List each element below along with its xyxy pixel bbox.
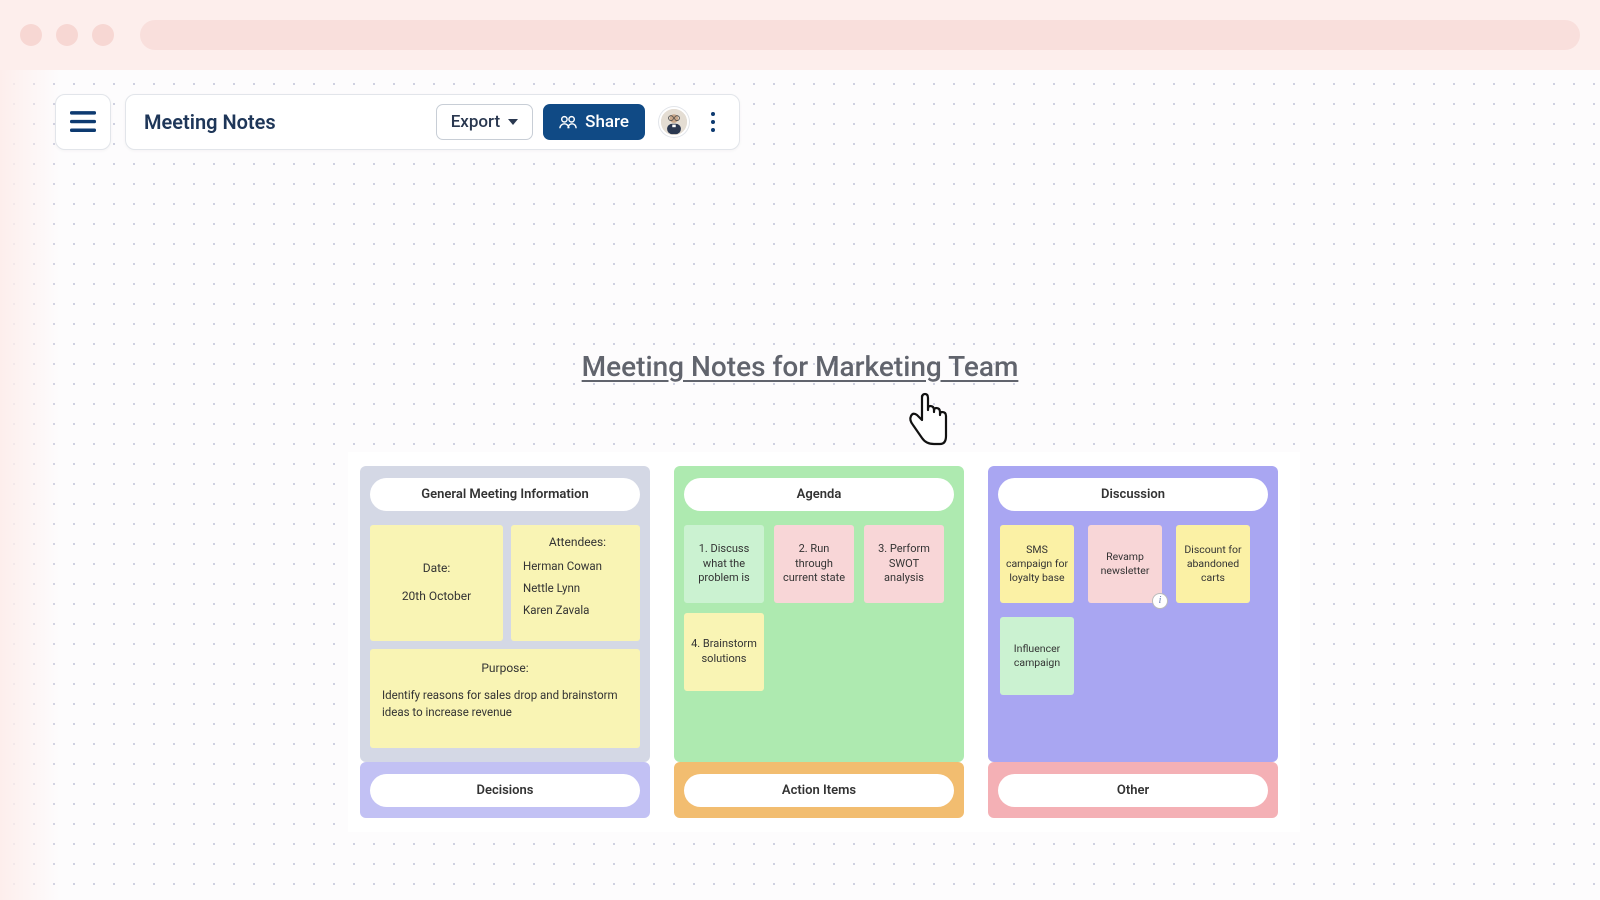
- board-row-2: Decisions Action Items Other: [348, 762, 1300, 832]
- share-button[interactable]: Share: [543, 104, 645, 140]
- other-column[interactable]: Other: [988, 762, 1278, 818]
- info-icon[interactable]: i: [1152, 593, 1168, 609]
- agenda-item[interactable]: 1. Discuss what the problem is: [684, 525, 764, 603]
- canvas-title[interactable]: Meeting Notes for Marketing Team: [0, 350, 1600, 383]
- agenda-item[interactable]: 3. Perform SWOT analysis: [864, 525, 944, 603]
- window-dot: [92, 24, 114, 46]
- attendee: Karen Zavala: [521, 603, 634, 617]
- attendees-label: Attendees:: [521, 535, 634, 549]
- kebab-dot: [711, 120, 715, 124]
- attendee: Herman Cowan: [521, 559, 634, 573]
- attendee: Nettle Lynn: [521, 581, 634, 595]
- document-title[interactable]: Meeting Notes: [144, 110, 276, 134]
- agenda-item[interactable]: 2. Run through current state: [774, 525, 854, 603]
- discussion-item[interactable]: Revamp newsletter i: [1088, 525, 1162, 603]
- avatar-icon: [661, 107, 687, 137]
- decisions-column[interactable]: Decisions: [360, 762, 650, 818]
- window-dot: [20, 24, 42, 46]
- purpose-label: Purpose:: [382, 661, 628, 675]
- date-note[interactable]: Date: 20th October: [370, 525, 503, 641]
- agenda-column[interactable]: Agenda 1. Discuss what the problem is 2.…: [674, 466, 964, 762]
- title-bar: Meeting Notes Export Share: [125, 94, 740, 150]
- chevron-down-icon: [508, 119, 518, 125]
- window-dot: [56, 24, 78, 46]
- share-label: Share: [585, 112, 629, 132]
- other-header: Other: [998, 774, 1268, 807]
- decisions-header: Decisions: [370, 774, 640, 807]
- date-label: Date:: [423, 561, 451, 575]
- board-row-1: General Meeting Information Date: 20th O…: [348, 452, 1300, 762]
- url-bar[interactable]: [140, 20, 1580, 50]
- people-icon: [559, 114, 577, 130]
- general-header: General Meeting Information: [370, 478, 640, 511]
- kebab-dot: [711, 112, 715, 116]
- pointer-cursor-icon: [902, 390, 952, 450]
- action-items-column[interactable]: Action Items: [674, 762, 964, 818]
- action-items-header: Action Items: [684, 774, 954, 807]
- discussion-column[interactable]: Discussion SMS campaign for loyalty base…: [988, 466, 1278, 762]
- kebab-dot: [711, 128, 715, 132]
- date-value: 20th October: [402, 589, 471, 603]
- discussion-item[interactable]: Influencer campaign: [1000, 617, 1074, 695]
- attendees-note[interactable]: Attendees: Herman Cowan Nettle Lynn Kare…: [511, 525, 640, 641]
- hamburger-icon: [70, 111, 96, 133]
- export-button[interactable]: Export: [436, 104, 533, 140]
- discussion-item[interactable]: Discount for abandoned carts: [1176, 525, 1250, 603]
- purpose-note[interactable]: Purpose: Identify reasons for sales drop…: [370, 649, 640, 748]
- general-column[interactable]: General Meeting Information Date: 20th O…: [360, 466, 650, 762]
- purpose-text: Identify reasons for sales drop and brai…: [382, 687, 628, 720]
- agenda-item[interactable]: 4. Brainstorm solutions: [684, 613, 764, 691]
- agenda-header: Agenda: [684, 478, 954, 511]
- browser-chrome: [0, 0, 1600, 70]
- avatar[interactable]: [659, 107, 689, 137]
- menu-button[interactable]: [55, 94, 111, 150]
- export-label: Export: [451, 112, 500, 132]
- discussion-header: Discussion: [998, 478, 1268, 511]
- top-toolbar: Meeting Notes Export Share: [55, 94, 740, 150]
- more-options-button[interactable]: [699, 106, 727, 138]
- discussion-item[interactable]: SMS campaign for loyalty base: [1000, 525, 1074, 603]
